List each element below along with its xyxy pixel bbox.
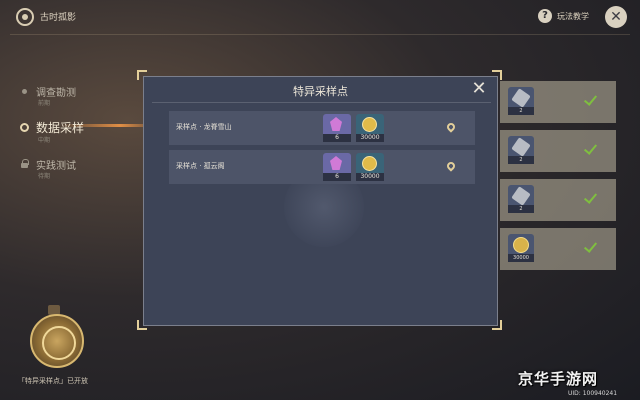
site-name: 采样点 · 龙脊雪山 <box>176 123 232 131</box>
site-name: 采样点 · 孤云阁 <box>176 162 225 170</box>
reward-count: 2 <box>508 156 534 164</box>
reward-count: 30000 <box>356 134 384 142</box>
nav-label: 数据采样 <box>36 121 85 135</box>
nav-label: 调查勘测 <box>36 88 76 99</box>
nav-label: 实践测试 <box>36 161 76 172</box>
reward-item[interactable]: 2 <box>508 185 534 213</box>
reward-item[interactable]: 2 <box>508 136 534 164</box>
mora-coin-icon <box>513 237 529 253</box>
watermark-title: 京华手游网 <box>518 370 599 388</box>
top-bar: 古时孤影 ? 玩法教学 ✕ <box>0 0 640 34</box>
divider <box>10 34 630 35</box>
active-ring-icon <box>20 123 29 132</box>
reward-item[interactable]: 2 <box>508 87 534 115</box>
crystal-reward[interactable]: 6 <box>323 114 351 142</box>
divider <box>152 102 491 103</box>
sampling-site-row[interactable]: 采样点 · 孤云阁 6 30000 <box>169 150 475 184</box>
mora-coin-icon <box>362 156 377 171</box>
tool-icon <box>511 88 531 108</box>
help-button-label[interactable]: 玩法教学 <box>557 11 589 22</box>
reward-count: 6 <box>323 173 351 181</box>
mora-coin-icon <box>362 117 377 132</box>
reward-count: 30000 <box>356 173 384 181</box>
special-sampling-dialog: 特异采样点 ✕ 采样点 · 龙脊雪山 6 30000 采样点 · 孤云阁 6 3… <box>143 76 498 326</box>
reward-row: 2 <box>500 81 616 123</box>
check-icon <box>584 191 598 205</box>
map-pin-icon[interactable] <box>445 160 457 172</box>
sampling-site-row[interactable]: 采样点 · 龙脊雪山 6 30000 <box>169 111 475 145</box>
compass-emblem-icon[interactable] <box>30 314 84 368</box>
reward-count: 6 <box>323 134 351 142</box>
close-icon[interactable]: ✕ <box>605 6 627 28</box>
nav-sub: 前期 <box>38 100 51 107</box>
reward-count: 30000 <box>508 254 534 262</box>
crystal-icon <box>330 156 342 170</box>
nav-sub: 待期 <box>38 173 51 180</box>
tool-icon <box>511 137 531 157</box>
crystal-icon <box>330 117 342 131</box>
reward-item[interactable]: 30000 <box>508 234 534 262</box>
page-title: 古时孤影 <box>40 13 77 23</box>
lock-icon <box>21 159 29 168</box>
dot-icon <box>22 89 27 94</box>
check-icon <box>584 142 598 156</box>
mora-reward[interactable]: 30000 <box>356 153 384 181</box>
map-pin-icon[interactable] <box>445 121 457 133</box>
crystal-reward[interactable]: 6 <box>323 153 351 181</box>
reward-row: 2 <box>500 179 616 221</box>
reward-count: 2 <box>508 107 534 115</box>
reward-count: 2 <box>508 205 534 213</box>
check-icon <box>584 93 598 107</box>
help-icon[interactable]: ? <box>538 9 552 23</box>
tool-icon <box>511 186 531 206</box>
mora-reward[interactable]: 30000 <box>356 114 384 142</box>
back-icon[interactable] <box>16 8 34 26</box>
reward-row: 2 <box>500 130 616 172</box>
unlock-notice: 「特异采样点」已开放 <box>18 377 88 385</box>
dialog-title: 特异采样点 <box>293 85 348 98</box>
player-uid: UID: 100940241 <box>568 390 618 397</box>
close-icon[interactable]: ✕ <box>470 80 488 98</box>
nav-sub: 中期 <box>38 137 51 144</box>
check-icon <box>584 240 598 254</box>
reward-row: 30000 <box>500 228 616 270</box>
